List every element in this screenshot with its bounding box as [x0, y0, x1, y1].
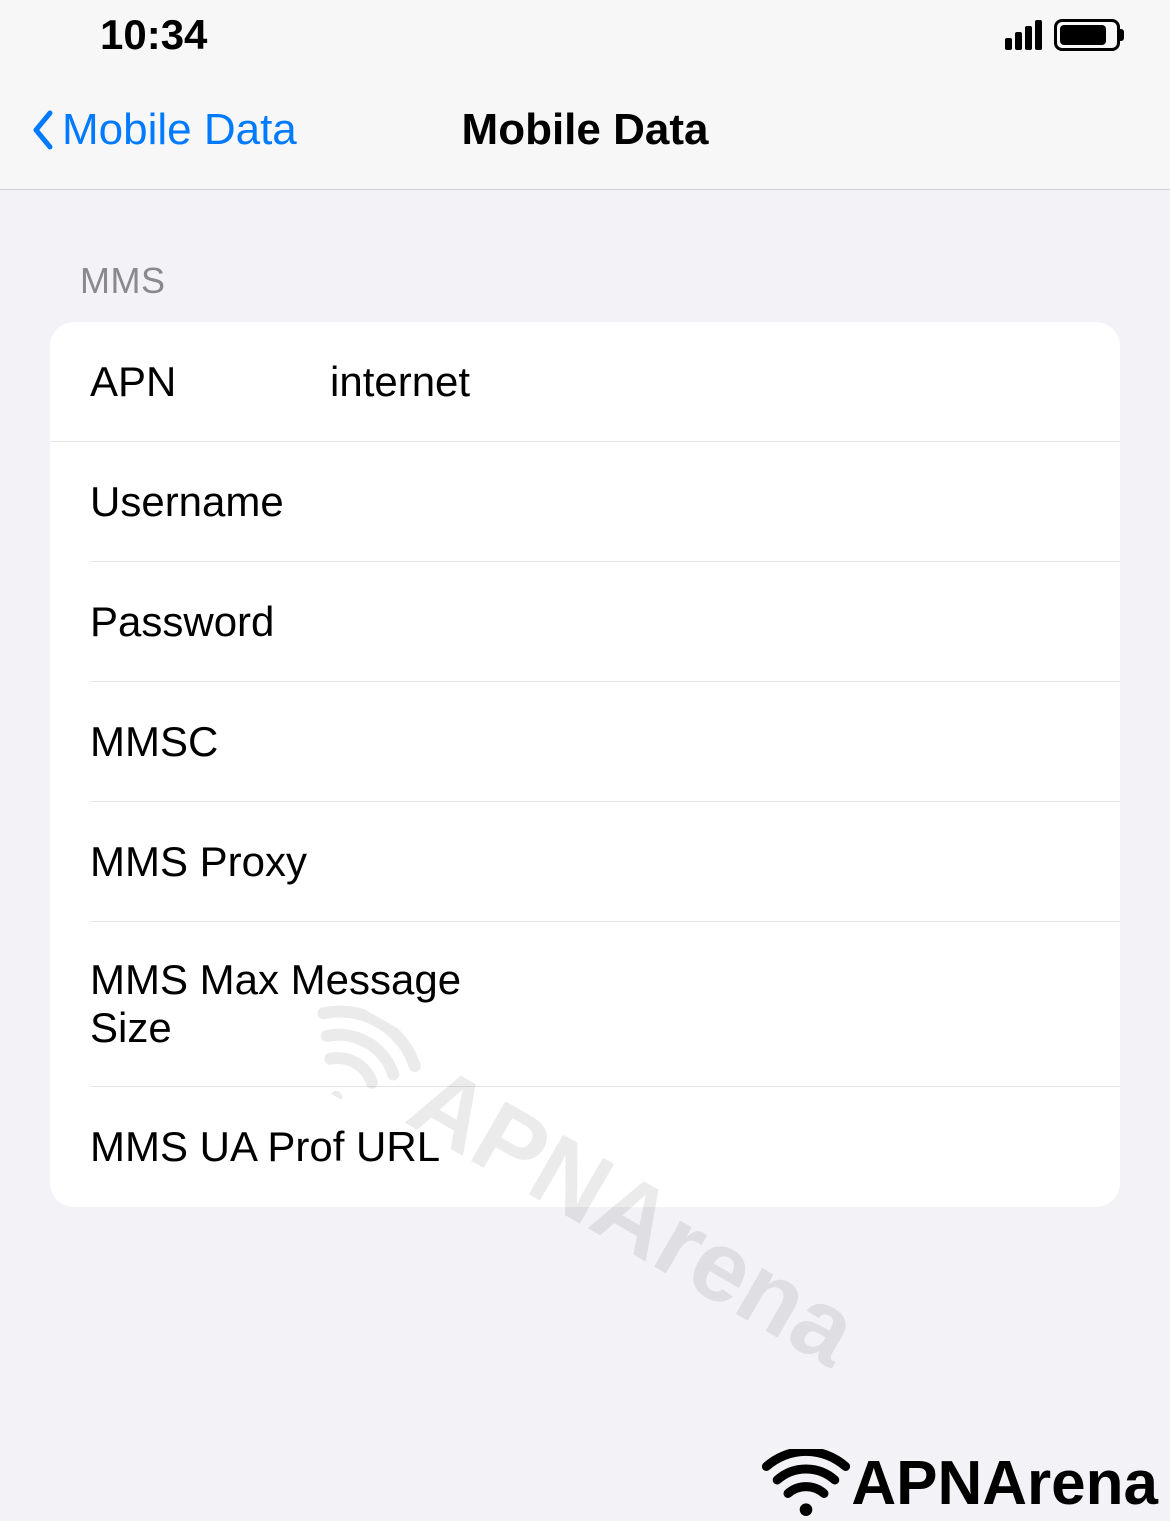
password-input[interactable]	[274, 598, 1080, 646]
apn-row[interactable]: APN	[50, 322, 1120, 442]
status-time: 10:34	[100, 11, 207, 59]
mms-ua-prof-input[interactable]	[440, 1123, 1080, 1171]
password-label: Password	[90, 598, 274, 646]
status-bar: 10:34	[0, 0, 1170, 70]
mms-max-size-label: MMS Max Message Size	[90, 956, 539, 1052]
apn-input[interactable]	[330, 358, 1080, 406]
section-header-mms: MMS	[50, 260, 1120, 322]
chevron-left-icon	[30, 109, 54, 151]
footer-brand-text: APNArena	[851, 1448, 1158, 1519]
mms-proxy-input[interactable]	[307, 838, 1080, 886]
settings-group-mms: APN Username Password MMSC MMS Proxy MMS…	[50, 322, 1120, 1207]
content-area: MMS APN Username Password MMSC MMS Proxy	[0, 190, 1170, 1207]
mms-max-size-input[interactable]	[539, 980, 1080, 1028]
username-input[interactable]	[284, 478, 1080, 526]
username-row[interactable]: Username	[90, 442, 1120, 562]
wifi-icon	[761, 1449, 851, 1519]
mmsc-label: MMSC	[90, 718, 218, 766]
username-label: Username	[90, 478, 284, 526]
password-row[interactable]: Password	[90, 562, 1120, 682]
mms-max-size-row[interactable]: MMS Max Message Size	[90, 922, 1120, 1087]
page-title: Mobile Data	[462, 105, 709, 155]
status-indicators	[1005, 19, 1120, 51]
navigation-bar: Mobile Data Mobile Data	[0, 70, 1170, 190]
battery-icon	[1054, 19, 1120, 51]
mms-proxy-row[interactable]: MMS Proxy	[90, 802, 1120, 922]
mmsc-input[interactable]	[218, 718, 1080, 766]
cellular-signal-icon	[1005, 20, 1042, 50]
apn-label: APN	[90, 358, 330, 406]
footer-brand: APNArena	[761, 1448, 1158, 1519]
back-button[interactable]: Mobile Data	[30, 105, 297, 155]
mmsc-row[interactable]: MMSC	[90, 682, 1120, 802]
mms-ua-prof-row[interactable]: MMS UA Prof URL	[90, 1087, 1120, 1207]
mms-proxy-label: MMS Proxy	[90, 838, 307, 886]
mms-ua-prof-label: MMS UA Prof URL	[90, 1123, 440, 1171]
back-label: Mobile Data	[62, 105, 297, 155]
